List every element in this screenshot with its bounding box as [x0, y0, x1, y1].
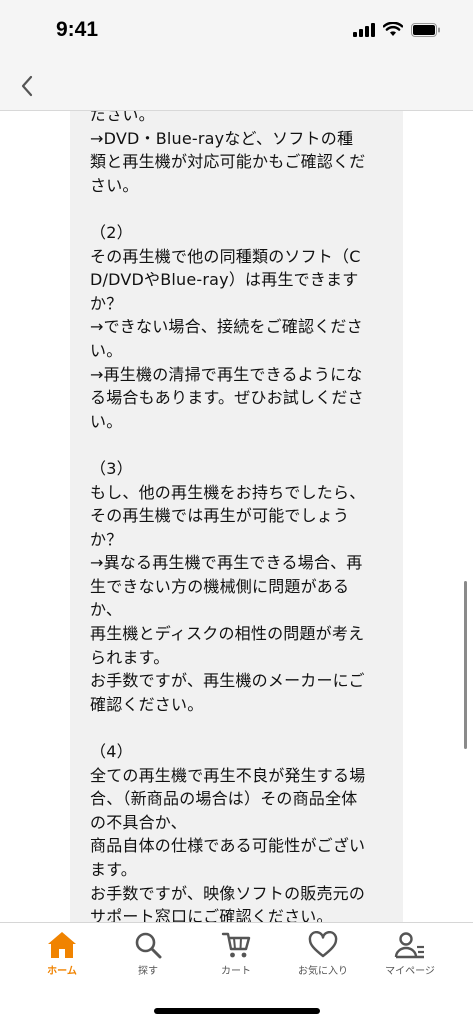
tab-mypage-label: マイページ: [385, 966, 435, 977]
cart-icon: [221, 932, 251, 958]
tab-cart[interactable]: カート: [196, 931, 276, 987]
text-line: （4）: [90, 742, 133, 762]
text-line: 商品自体の仕様である可能性がござい: [90, 836, 366, 856]
tab-cart-label: カート: [221, 966, 251, 977]
text-line: もし、他の再生機をお持ちでしたら、: [90, 482, 366, 502]
scroll-indicator[interactable]: [464, 581, 467, 749]
text-line: の不具合か、: [90, 812, 187, 832]
battery-icon: [411, 22, 440, 37]
tab-favorites[interactable]: お気に入り: [283, 931, 363, 987]
text-line: →できない場合、接続をご確認くださ: [90, 317, 363, 337]
text-line: か？: [90, 293, 123, 313]
text-line: 再生機とディスクの相性の問題が考え: [90, 624, 365, 644]
content-area[interactable]: ださい。 →DVD・Blue-rayなど、ソフトの種 類と再生機が対応可能かもご確認…: [0, 111, 473, 922]
status-icons: [353, 22, 441, 37]
text-line: →異なる再生機で再生できる場合、再: [90, 553, 363, 573]
navigation-bar: [0, 62, 473, 111]
heart-icon: [308, 931, 338, 958]
text-line: （3）: [90, 458, 133, 478]
search-icon: [135, 932, 162, 959]
text-line: さい。: [90, 175, 139, 195]
tab-favorites-label: お気に入り: [298, 966, 348, 977]
cellular-signal-icon: [353, 22, 375, 37]
text-line: 類と再生機が対応可能かもご確認くだ: [90, 152, 366, 172]
home-indicator: [154, 1008, 320, 1014]
answer-text-box: ださい。 →DVD・Blue-rayなど、ソフトの種 類と再生機が対応可能かもご確認…: [70, 111, 403, 922]
text-line: 確認ください。: [90, 694, 204, 714]
text-line: お手数ですが、再生機のメーカーにご: [90, 671, 365, 691]
text-line: い。: [90, 340, 123, 360]
text-line: い。: [90, 411, 123, 431]
wifi-icon: [383, 22, 403, 36]
text-line: ださい。: [90, 111, 155, 124]
status-bar: 9:41: [0, 0, 473, 62]
text-line: →再生機の清掃で再生できるようにな: [90, 364, 363, 384]
text-line: D/DVDやBlue-ray）は再生できます: [90, 270, 359, 290]
text-line: か、: [90, 600, 123, 620]
tab-home[interactable]: ホーム: [22, 931, 102, 987]
text-line: る場合もあります。ぜひお試しくださ: [90, 388, 364, 408]
tab-search[interactable]: 探す: [108, 931, 188, 987]
text-line: 生できない方の機械側に問題がある: [90, 576, 350, 596]
tab-mypage[interactable]: マイページ: [370, 931, 450, 987]
text-line: ます。: [90, 860, 138, 879]
text-line: その再生機で他の同種類のソフト（C: [90, 246, 361, 266]
tab-home-label: ホーム: [47, 966, 77, 977]
text-line: 全ての再生機で再生不良が発生する場: [90, 765, 366, 785]
text-line: られます。: [90, 647, 170, 667]
text-line: お手数ですが、映像ソフトの販売元の: [90, 883, 366, 903]
text-line: （2）: [90, 222, 133, 242]
chevron-left-icon: [21, 75, 33, 97]
tab-search-label: 探す: [138, 966, 158, 977]
text-line: か？: [90, 529, 123, 549]
text-line: その再生機では再生が可能でしょう: [90, 506, 350, 526]
status-time: 9:41: [56, 18, 99, 41]
text-line: サポート窓口にご確認ください。: [90, 907, 333, 922]
user-profile-icon: [394, 932, 424, 959]
home-icon: [48, 932, 76, 958]
text-line: →DVD・Blue-rayなど、ソフトの種: [90, 128, 354, 148]
back-button[interactable]: [12, 68, 42, 104]
text-line: 合、（新商品の場合は）その商品全体: [90, 789, 358, 809]
